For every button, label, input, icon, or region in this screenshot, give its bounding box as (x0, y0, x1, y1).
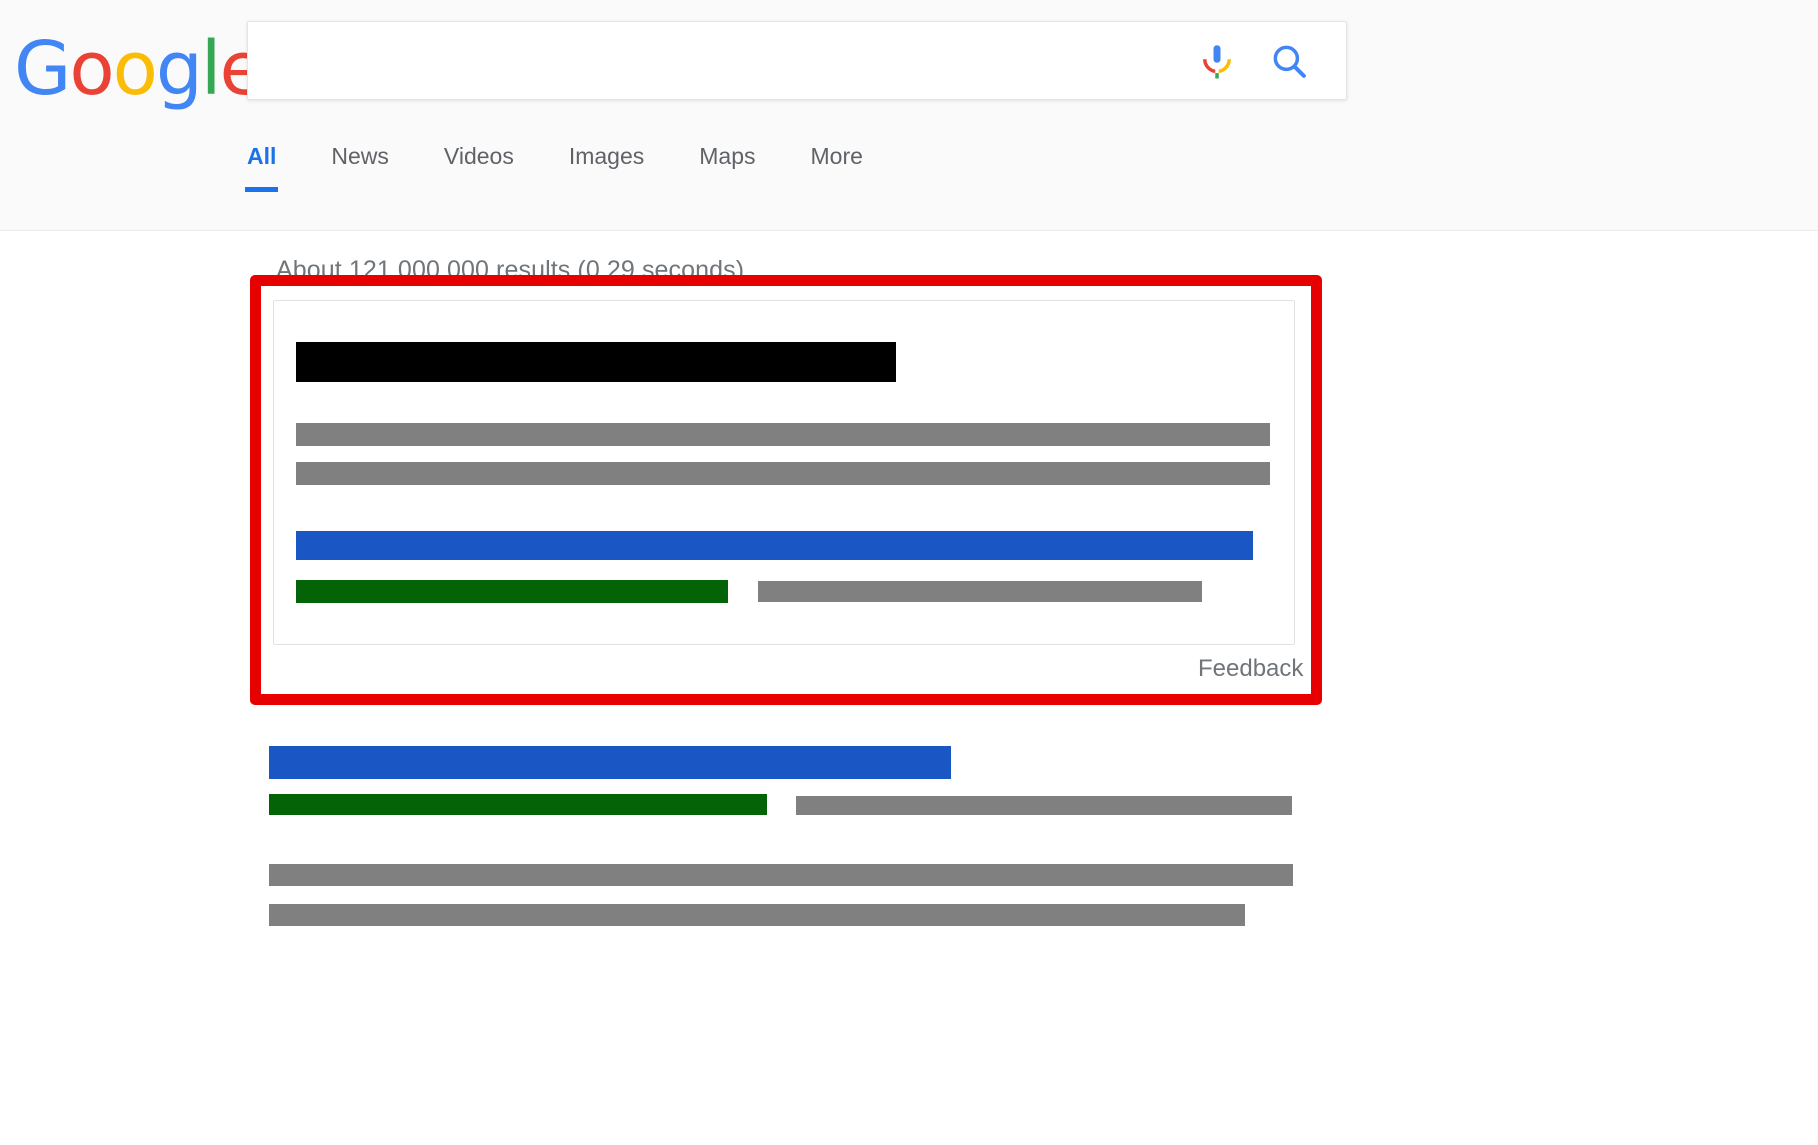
redacted-result-meta-bar (796, 796, 1292, 815)
search-box[interactable] (247, 21, 1347, 101)
redacted-card-snippet-line-1 (296, 423, 1270, 446)
redacted-result-title-bar[interactable] (269, 746, 951, 779)
tab-news[interactable]: News (331, 133, 389, 192)
redacted-card-snippet-line-2 (296, 462, 1270, 485)
tab-maps[interactable]: Maps (699, 133, 755, 192)
redacted-card-result-title-bar[interactable] (296, 531, 1253, 560)
search-header: Google All News Videos Images Maps More (0, 0, 1818, 231)
redacted-result-url-bar (269, 794, 767, 815)
google-logo[interactable]: Google (14, 30, 265, 108)
search-tabs: All News Videos Images Maps More (244, 133, 918, 197)
tab-all[interactable]: All (244, 133, 279, 192)
redacted-result-snippet-line-2 (269, 904, 1245, 926)
redacted-card-title-bar (296, 342, 896, 382)
search-input[interactable] (266, 22, 1270, 101)
logo-letter-l: l (200, 26, 222, 112)
tab-more[interactable]: More (811, 133, 863, 192)
logo-letter-g1: G (14, 26, 71, 112)
logo-letter-o1: o (69, 26, 114, 112)
tab-images[interactable]: Images (569, 133, 644, 192)
logo-letter-g2: g (155, 26, 203, 112)
feedback-link[interactable]: Feedback (1198, 655, 1303, 683)
microphone-icon[interactable] (1196, 40, 1238, 82)
tab-videos[interactable]: Videos (444, 133, 514, 192)
logo-letter-o2: o (112, 26, 158, 112)
redacted-result-snippet-line-1 (269, 864, 1293, 886)
redacted-card-result-meta-bar (758, 581, 1202, 602)
redacted-card-result-url-bar (296, 580, 728, 603)
search-icon[interactable] (1268, 40, 1310, 82)
